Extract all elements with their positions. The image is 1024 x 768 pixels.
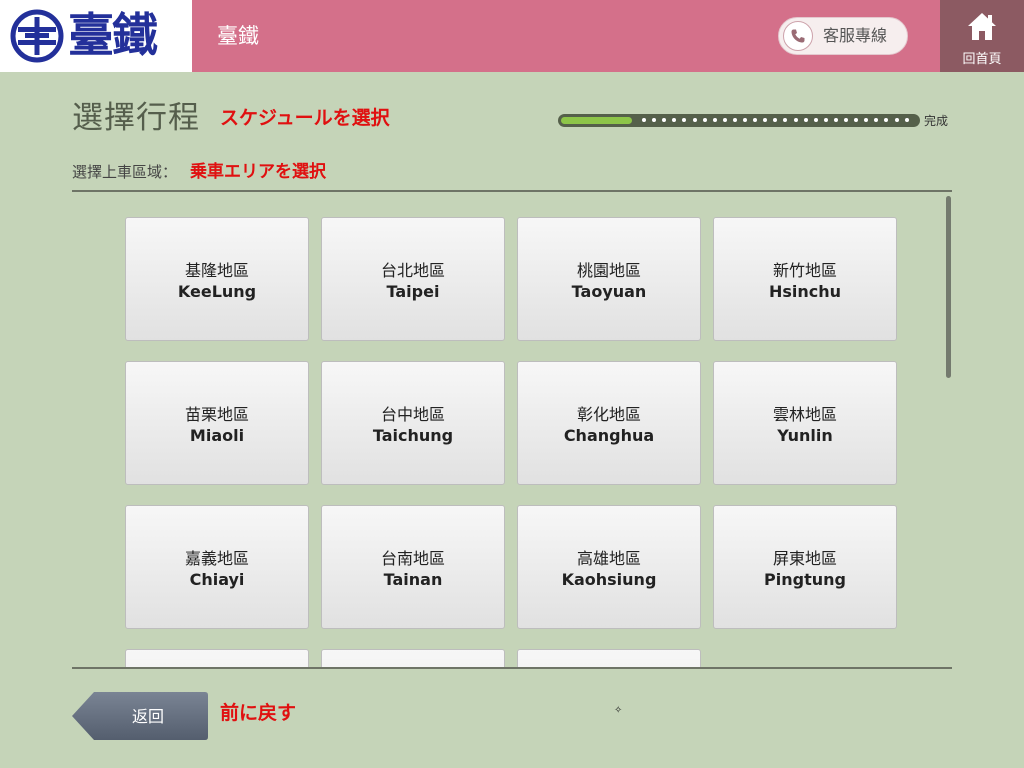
page-title-jp: スケジュールを選択 (220, 107, 390, 129)
progress-step-dot (722, 118, 727, 122)
back-button[interactable]: 返回 (72, 692, 208, 740)
region-name-en: KeeLung (177, 282, 257, 301)
back-label-jp: 前に戻す (220, 702, 297, 724)
progress-step-dot (783, 118, 788, 122)
region-name-zh: 彰化地區 (576, 405, 641, 424)
region-name-en: Taipei (386, 282, 440, 301)
progress-step-dot (672, 118, 677, 122)
progress-step-dot (894, 118, 899, 122)
progress-step-dot (753, 118, 758, 122)
region-tile[interactable]: 台中地區 Taichung (321, 361, 505, 485)
pointer-cursor: ✧ (614, 705, 623, 716)
region-name-zh: 嘉義地區 (184, 549, 249, 568)
customer-service-button[interactable]: 客服專線 (778, 17, 908, 55)
progress-step-dot (743, 118, 747, 122)
region-tile[interactable]: 苗栗地區 Miaoli (125, 361, 309, 485)
home-label: 回首頁 (962, 52, 1002, 67)
progress-step-dot (833, 118, 838, 122)
progress-step-dot (803, 118, 808, 122)
region-tile[interactable]: 彰化地區 Changhua (517, 361, 701, 485)
progress-step-dot (732, 118, 737, 122)
region-name-zh: 高雄地區 (576, 549, 641, 568)
progress-step-dot (864, 118, 869, 122)
logo-text: 臺鐵 (68, 8, 158, 62)
progress-step-dot (763, 118, 768, 122)
region-name-zh: 台中地區 (380, 405, 445, 424)
region-name-en: Pingtung (764, 570, 846, 589)
region-tile[interactable]: 基隆地區 KeeLung (125, 217, 309, 341)
region-name-en: Kaohsiung (561, 570, 657, 589)
bottom-divider (72, 667, 952, 669)
region-name-en: Taoyuan (571, 282, 647, 301)
region-name-en: Hsinchu (768, 282, 842, 301)
region-tile[interactable]: 雲林地區 Yunlin (713, 361, 897, 485)
progress-label: 完成 (924, 114, 949, 128)
progress-step-dot (682, 118, 687, 122)
customer-service-label: 客服專線 (823, 26, 888, 45)
region-name-zh: 基隆地區 (184, 261, 249, 280)
progress-step-dot (884, 118, 889, 122)
home-button[interactable]: 回首頁 (940, 0, 1024, 72)
progress-step-dot (904, 118, 909, 122)
progress-fill (561, 117, 632, 124)
header-bar: 臺鐵 臺鐵 客服專線 回首頁 (0, 0, 1024, 72)
grid-scrollbar[interactable] (946, 196, 951, 378)
phone-icon (783, 21, 813, 51)
region-prompt-jp: 乗車エリアを選択 (190, 162, 326, 182)
progress-step-dot (854, 118, 859, 122)
header-title: 臺鐵 (217, 24, 259, 48)
region-tile[interactable] (125, 649, 309, 668)
progress-step-dot (844, 118, 848, 122)
tra-logo: 臺鐵 (0, 0, 192, 72)
region-tile[interactable]: 屏東地區 Pingtung (713, 505, 897, 629)
progress-step-dot (662, 118, 667, 122)
region-name-zh: 台北地區 (380, 261, 445, 280)
progress-step-dot (874, 118, 879, 122)
region-tile[interactable]: 台北地區 Taipei (321, 217, 505, 341)
progress-steps (642, 114, 920, 127)
region-name-en: Changhua (563, 426, 655, 445)
region-tile[interactable] (321, 649, 505, 668)
home-icon (968, 13, 996, 40)
progress-step-dot (813, 118, 818, 122)
progress-step-dot (773, 118, 778, 122)
region-tile[interactable]: 桃園地區 Taoyuan (517, 217, 701, 341)
progress-step-dot (692, 118, 697, 122)
progress-step-dot (642, 118, 646, 122)
tra-logo-icon (10, 9, 64, 63)
region-name-en: Taichung (372, 426, 454, 445)
progress-step-dot (823, 118, 828, 122)
region-tile[interactable]: 台南地區 Tainan (321, 505, 505, 629)
progress-step-dot (702, 118, 707, 122)
progress-bar (558, 114, 920, 127)
region-name-zh: 雲林地區 (772, 405, 837, 424)
region-prompt: 選擇上車區域： (72, 163, 178, 181)
region-tile[interactable] (517, 649, 701, 668)
page-title: 選擇行程 (72, 100, 200, 136)
region-name-zh: 屏東地區 (772, 549, 837, 568)
region-name-zh: 台南地區 (380, 549, 445, 568)
region-name-zh: 新竹地區 (772, 261, 837, 280)
region-name-zh: 苗栗地區 (184, 405, 249, 424)
region-name-en: Chiayi (189, 570, 245, 589)
progress-step-dot (793, 118, 798, 122)
progress-step-dot (652, 118, 657, 122)
region-tile[interactable]: 嘉義地區 Chiayi (125, 505, 309, 629)
region-name-zh: 桃園地區 (576, 261, 641, 280)
region-name-en: Tainan (383, 570, 443, 589)
region-tile[interactable]: 新竹地區 Hsinchu (713, 217, 897, 341)
region-name-en: Miaoli (189, 426, 245, 445)
region-name-en: Yunlin (777, 426, 833, 445)
region-grid: 基隆地區 KeeLung 台北地區 Taipei 桃園地區 Taoyuan 新竹地區 Hsin… (72, 192, 952, 668)
progress-step-dot (712, 118, 717, 122)
back-label: 返回 (132, 707, 165, 726)
region-tile[interactable]: 高雄地區 Kaohsiung (517, 505, 701, 629)
